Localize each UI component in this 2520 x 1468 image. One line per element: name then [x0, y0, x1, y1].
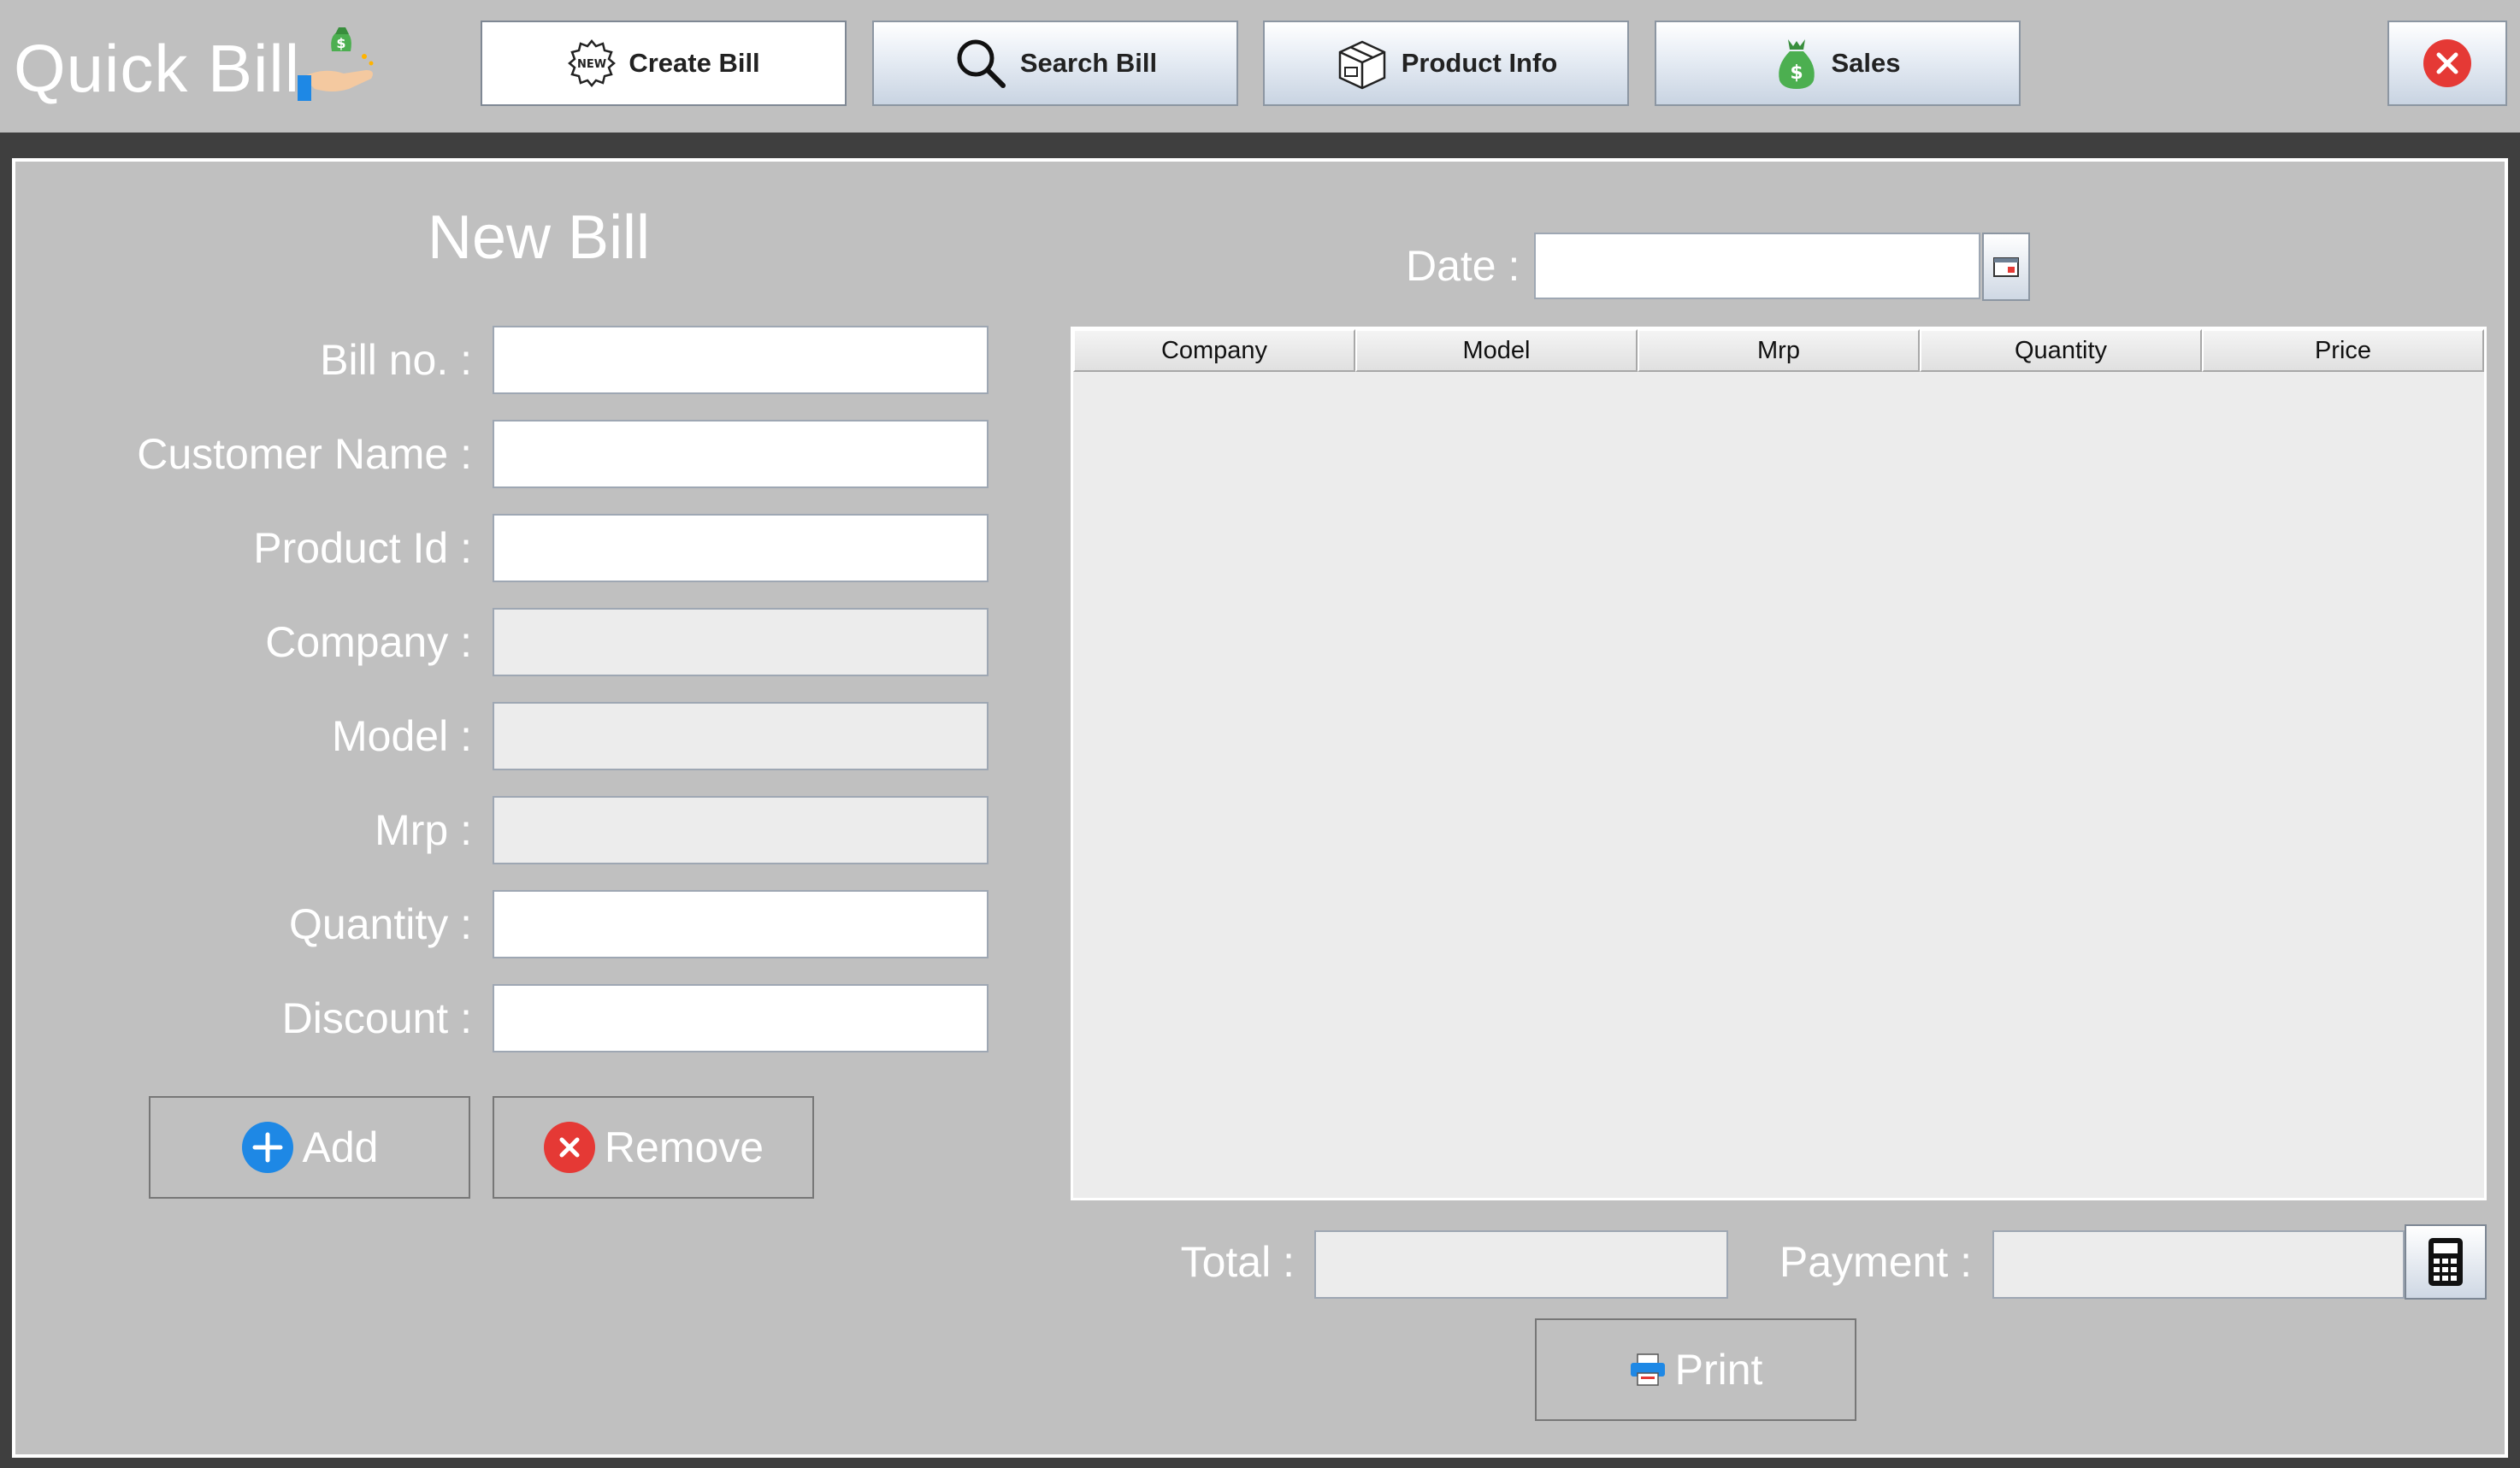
- svg-text:$: $: [336, 35, 345, 51]
- print-label: Print: [1674, 1346, 1763, 1394]
- company-label: Company :: [265, 618, 472, 666]
- bill-no-input[interactable]: [494, 327, 987, 392]
- column-header-model[interactable]: Model: [1355, 329, 1638, 372]
- date-label: Date :: [1406, 242, 1520, 290]
- create-bill-label: Create Bill: [629, 48, 760, 78]
- payment-label: Payment :: [1779, 1238, 1972, 1286]
- app-title: Quick Bill: [14, 31, 301, 106]
- remove-button[interactable]: Remove: [493, 1096, 814, 1199]
- create-bill-button[interactable]: NEW Create Bill: [481, 21, 847, 106]
- payment-field[interactable]: [1992, 1230, 2405, 1299]
- payment-input[interactable]: [1994, 1232, 2403, 1297]
- bill-items-table[interactable]: Company Model Mrp Quantity Price: [1071, 327, 2487, 1200]
- date-input[interactable]: [1536, 234, 1979, 298]
- calculate-button[interactable]: [2405, 1224, 2487, 1300]
- add-label: Add: [302, 1123, 379, 1171]
- printer-icon: [1630, 1353, 1665, 1386]
- sales-button[interactable]: $ Sales: [1655, 21, 2021, 106]
- quantity-field[interactable]: [493, 890, 989, 958]
- bill-no-field[interactable]: [493, 326, 989, 394]
- company-input: [494, 610, 987, 675]
- column-header-mrp[interactable]: Mrp: [1638, 329, 1920, 372]
- calculator-icon: [2429, 1238, 2463, 1286]
- product-info-label: Product Info: [1401, 48, 1558, 78]
- add-button[interactable]: Add: [149, 1096, 470, 1199]
- money-hand-logo-icon: $: [298, 27, 374, 101]
- svg-text:$: $: [1791, 62, 1803, 84]
- product-id-input[interactable]: [494, 516, 987, 581]
- table-header: Company Model Mrp Quantity Price: [1073, 329, 2484, 372]
- total-label: Total :: [1180, 1238, 1295, 1286]
- remove-label: Remove: [604, 1123, 764, 1171]
- new-badge-icon: NEW: [568, 39, 617, 87]
- svg-text:NEW: NEW: [577, 58, 606, 71]
- mrp-label: Mrp :: [375, 806, 472, 854]
- quantity-label: Quantity :: [289, 900, 472, 948]
- mrp-field: [493, 796, 989, 864]
- close-icon: [2423, 39, 2471, 87]
- bill-no-label: Bill no. :: [320, 336, 472, 384]
- company-field: [493, 608, 989, 676]
- remove-circle-icon: [543, 1122, 595, 1173]
- page-title: New Bill: [428, 203, 651, 272]
- calendar-icon: [1993, 257, 2019, 277]
- product-id-field[interactable]: [493, 514, 989, 582]
- money-bag-icon: $: [1779, 39, 1815, 89]
- top-toolbar: Quick Bill $ NEW Create Bill Search Bill…: [0, 0, 2520, 133]
- customer-name-field[interactable]: [493, 420, 989, 488]
- date-picker-button[interactable]: [1982, 233, 2030, 301]
- close-button[interactable]: [2387, 21, 2507, 106]
- product-info-button[interactable]: Product Info: [1263, 21, 1629, 106]
- column-header-company[interactable]: Company: [1073, 329, 1355, 372]
- search-bill-label: Search Bill: [1019, 48, 1158, 78]
- column-header-quantity[interactable]: Quantity: [1920, 329, 2202, 372]
- product-box-icon: [1338, 40, 1385, 90]
- model-field: [493, 702, 989, 770]
- model-label: Model :: [332, 712, 472, 760]
- plus-circle-icon: [241, 1122, 293, 1173]
- discount-input[interactable]: [494, 986, 987, 1051]
- product-id-label: Product Id :: [253, 524, 472, 572]
- column-header-price[interactable]: Price: [2202, 329, 2484, 372]
- quantity-input[interactable]: [494, 892, 987, 957]
- mrp-input: [494, 798, 987, 863]
- date-field[interactable]: [1534, 233, 1980, 299]
- search-icon: [957, 39, 1006, 88]
- discount-field[interactable]: [493, 984, 989, 1052]
- customer-name-input[interactable]: [494, 422, 987, 486]
- sales-label: Sales: [1831, 48, 1901, 78]
- model-input: [494, 704, 987, 769]
- toolbar-divider: [0, 133, 2520, 153]
- discount-label: Discount :: [281, 994, 472, 1042]
- print-button[interactable]: Print: [1535, 1318, 1856, 1421]
- customer-name-label: Customer Name :: [137, 430, 472, 478]
- search-bill-button[interactable]: Search Bill: [872, 21, 1238, 106]
